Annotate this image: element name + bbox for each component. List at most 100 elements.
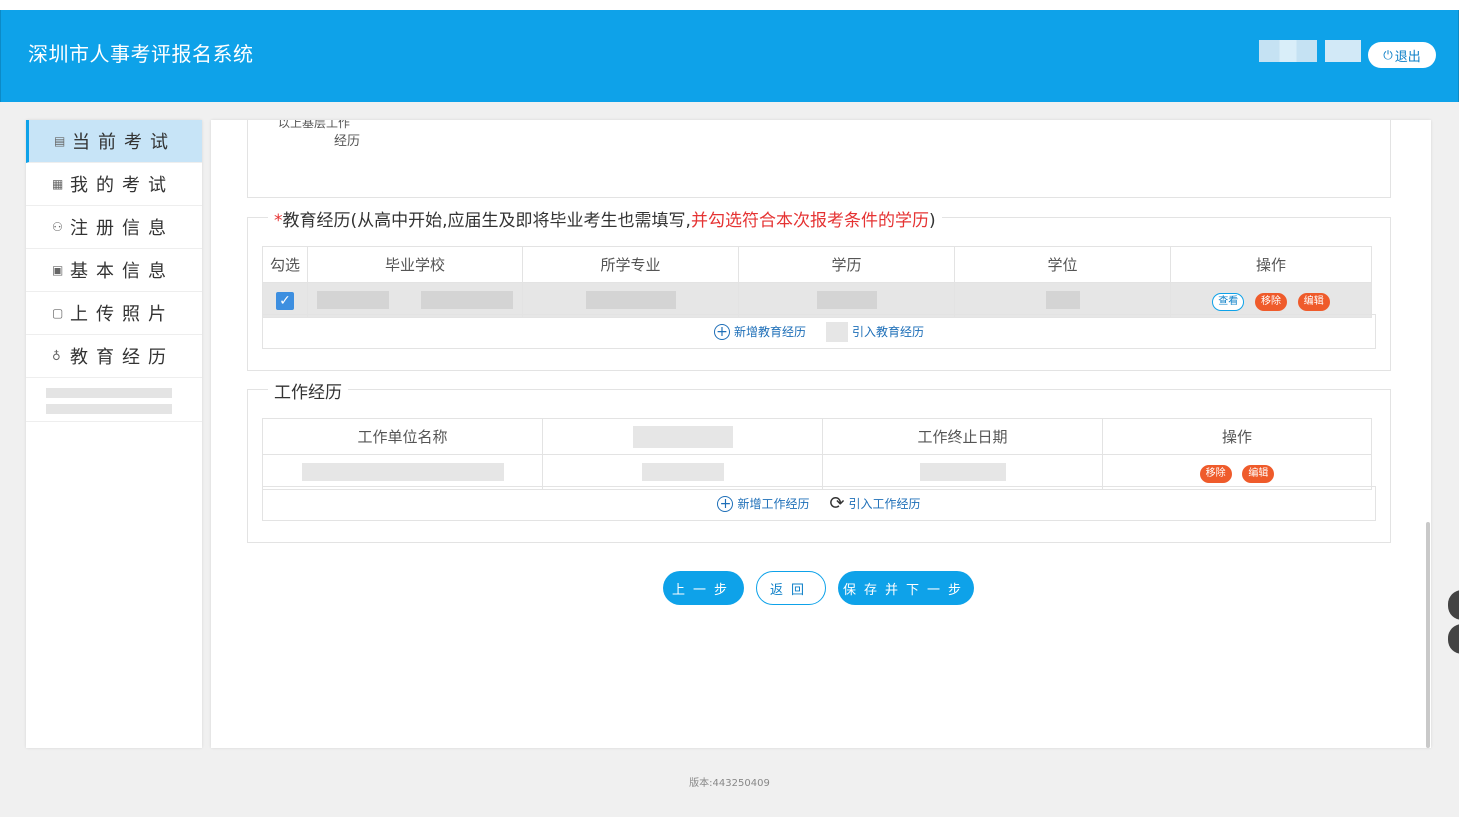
add-work-button[interactable]: + 新增工作经历 — [717, 495, 809, 512]
sidebar-item-label: 当前考试 — [72, 132, 176, 153]
power-icon: ⏻ — [1383, 47, 1393, 62]
col-header-degree: 学位 — [954, 246, 1171, 283]
sidebar-item-upload-photo[interactable]: ▢ 上传照片 — [26, 292, 202, 335]
user-icon: ⚇ — [52, 220, 63, 234]
col-header-redacted — [542, 418, 823, 455]
sidebar: ▤ 当前考试 ▦ 我的考试 ⚇ 注册信息 ▣ 基本信息 ▢ 上传照片 ♁ 教育经… — [26, 120, 202, 748]
col-header-actions: 操作 — [1170, 246, 1372, 283]
required-star: * — [274, 211, 283, 231]
col-header-degree-level: 学历 — [738, 246, 955, 283]
redacted-text — [641, 463, 724, 482]
app-header: 深圳市人事考评报名系统 ⏻ 退出 — [0, 10, 1459, 102]
remove-button[interactable]: 移除 — [1255, 292, 1287, 311]
col-header-end-date: 工作终止日期 — [822, 418, 1103, 455]
school-cell — [307, 282, 523, 318]
save-next-button[interactable]: 保存并下一步 — [838, 571, 974, 605]
version-label: 版本:443250409 — [689, 778, 770, 789]
education-action-row: + 新增教育经历 引入教育经历 — [262, 314, 1376, 349]
redacted-text — [301, 463, 504, 482]
add-education-label: 新增教育经历 — [733, 325, 806, 339]
select-checkbox[interactable]: ✓ — [276, 291, 294, 310]
sidebar-item-education[interactable]: ♁ 教育经历 — [26, 335, 202, 378]
sidebar-item-label: 我的考试 — [70, 175, 174, 196]
previous-section: 以上基层工作 经历 — [247, 120, 1391, 198]
sidebar-item-label: 基本信息 — [70, 261, 174, 282]
work-table: 工作单位名称 工作终止日期 操作 移除 编辑 — [262, 418, 1372, 490]
doc-icon: ▦ — [52, 177, 64, 191]
redacted-text — [585, 291, 676, 310]
floating-side-button[interactable] — [1448, 590, 1459, 620]
prev-section-label-cut: 以上基层工作 — [278, 116, 351, 130]
exam-icon: ▤ — [54, 134, 66, 148]
col-header-select: 勾选 — [262, 246, 308, 283]
redacted-text — [389, 291, 421, 310]
col-header-major: 所学专业 — [522, 246, 739, 283]
sidebar-item-label: 注册信息 — [70, 218, 174, 239]
scrollbar-thumb[interactable] — [1426, 522, 1430, 748]
redacted-text — [919, 463, 1006, 482]
plus-circle-icon: + — [713, 323, 730, 340]
sidebar-item-current-exam[interactable]: ▤ 当前考试 — [26, 120, 202, 163]
redacted-text — [317, 291, 389, 310]
prev-step-button[interactable]: 上一步 — [663, 571, 744, 605]
table-header-row: 勾选 毕业学校 所学专业 学历 学位 操作 — [262, 246, 1372, 283]
table-row: ✓ 查看 移除 编辑 — [262, 282, 1372, 318]
floating-side-button[interactable] — [1448, 624, 1459, 654]
education-legend: *教育经历(从高中开始,应届生及即将毕业考生也需填写,并勾选符合本次报考条件的学… — [268, 206, 942, 231]
sidebar-item-label: 上传照片 — [70, 304, 174, 325]
redacted-text — [1045, 291, 1080, 310]
table-row: 移除 编辑 — [262, 454, 1372, 490]
end-date-cell — [822, 454, 1103, 490]
work-section: 工作经历 工作单位名称 工作终止日期 操作 移除 编辑 + 新增工作经历 ⟳ 引… — [247, 378, 1391, 543]
photo-icon: ▢ — [52, 306, 64, 320]
degree-level-cell — [738, 282, 955, 318]
cap-icon: ♁ — [52, 349, 61, 363]
education-table: 勾选 毕业学校 所学专业 学历 学位 操作 ✓ 查看 移除 编辑 — [262, 246, 1372, 318]
view-button[interactable]: 查看 — [1212, 292, 1245, 311]
add-work-label: 新增工作经历 — [737, 497, 810, 511]
prev-section-label: 经历 — [334, 134, 361, 149]
sidebar-item-basic-info[interactable]: ▣ 基本信息 — [26, 249, 202, 292]
actions-cell: 移除 编辑 — [1102, 454, 1372, 490]
sidebar-item-label: 教育经历 — [70, 347, 174, 368]
edit-button[interactable]: 编辑 — [1297, 292, 1330, 311]
employer-cell — [262, 454, 543, 490]
app-title: 深圳市人事考评报名系统 — [28, 42, 254, 66]
select-cell: ✓ — [262, 282, 308, 318]
redacted-bar — [46, 388, 172, 398]
back-button[interactable]: 返回 — [756, 571, 826, 605]
education-legend-note: 并勾选符合本次报考条件的学历 — [690, 211, 929, 231]
sidebar-item-my-exams[interactable]: ▦ 我的考试 — [26, 163, 202, 206]
redacted-text — [421, 291, 513, 310]
education-section: *教育经历(从高中开始,应届生及即将毕业考生也需填写,并勾选符合本次报考条件的学… — [247, 206, 1391, 371]
col-header-employer: 工作单位名称 — [262, 418, 543, 455]
main-content: 以上基层工作 经历 *教育经历(从高中开始,应届生及即将毕业考生也需填写,并勾选… — [211, 120, 1431, 748]
degree-cell — [954, 282, 1171, 318]
add-education-button[interactable]: + 新增教育经历 — [713, 323, 806, 340]
table-header-row: 工作单位名称 工作终止日期 操作 — [262, 418, 1372, 455]
actions-cell: 查看 移除 编辑 — [1170, 282, 1372, 318]
redacted-userinfo — [1325, 40, 1361, 62]
sidebar-item-registration[interactable]: ⚇ 注册信息 — [26, 206, 202, 249]
education-legend-suffix: ) — [928, 211, 936, 231]
work-action-row: + 新增工作经历 ⟳ 引入工作经历 — [262, 486, 1376, 521]
logout-label: 退出 — [1394, 49, 1421, 65]
import-education-button[interactable]: 引入教育经历 — [826, 321, 925, 342]
sidebar-item-redacted[interactable] — [26, 378, 202, 422]
col-header-actions: 操作 — [1102, 418, 1372, 455]
remove-button[interactable]: 移除 — [1199, 464, 1232, 483]
import-work-label: 引入工作经历 — [848, 497, 921, 511]
plus-circle-icon: + — [717, 495, 734, 512]
major-cell — [522, 282, 739, 318]
logout-button[interactable]: ⏻ 退出 — [1368, 42, 1436, 68]
redacted-username — [1259, 40, 1317, 62]
redacted-cell — [542, 454, 823, 490]
redacted-bar — [46, 404, 172, 414]
edit-button[interactable]: 编辑 — [1242, 464, 1275, 483]
redacted-text — [632, 425, 733, 448]
redacted-text — [816, 291, 877, 310]
import-work-button[interactable]: ⟳ 引入工作经历 — [829, 493, 920, 514]
work-legend: 工作经历 — [268, 378, 348, 403]
import-education-label: 引入教育经历 — [852, 325, 925, 339]
education-legend-text: 教育经历(从高中开始,应届生及即将毕业考生也需填写, — [282, 211, 691, 231]
